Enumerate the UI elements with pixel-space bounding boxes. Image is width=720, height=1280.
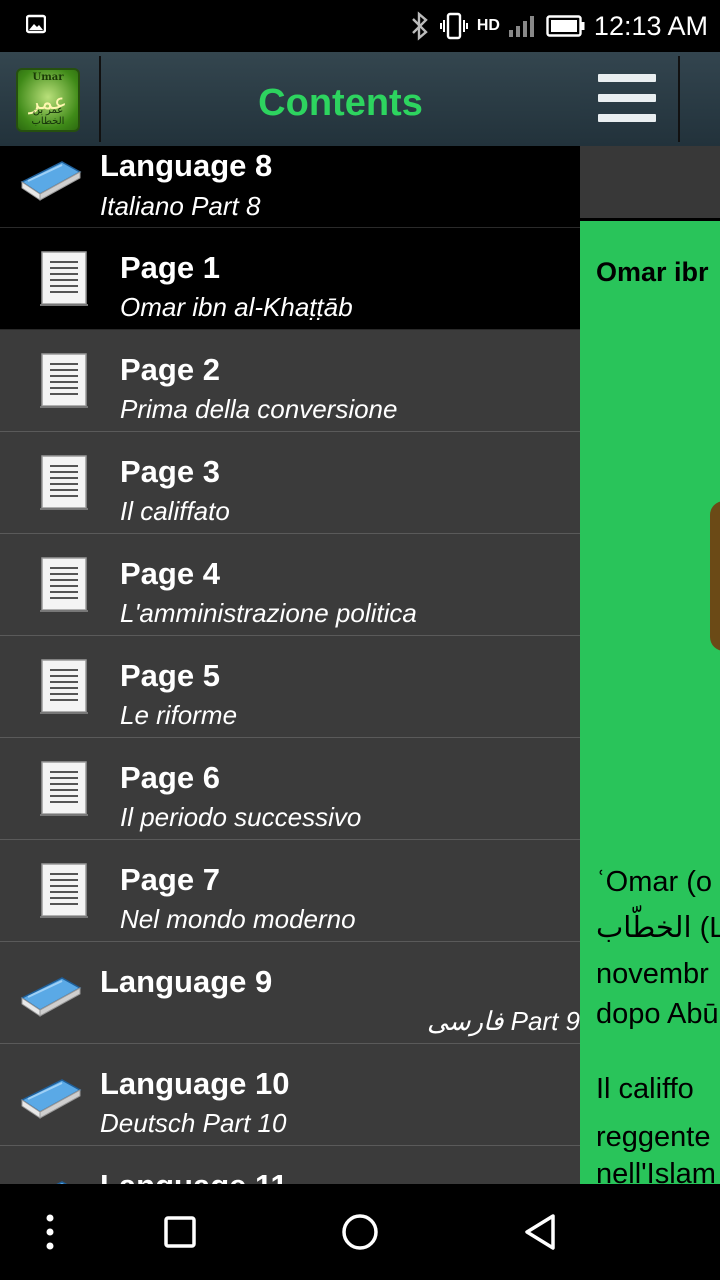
item-title: Language 9 xyxy=(100,964,273,999)
item-title: Page 5 xyxy=(120,658,220,693)
bluetooth-icon xyxy=(411,11,428,41)
item-title: Page 7 xyxy=(120,862,220,897)
recent-apps-icon[interactable] xyxy=(135,1184,225,1280)
list-item-language-8[interactable]: Language 8 Italiano Part 8 xyxy=(0,146,580,228)
main-subbar xyxy=(580,146,720,218)
list-item-page-1[interactable]: Page 1 Omar ibn al-Khaṭṭāb xyxy=(0,228,580,330)
toolbar-divider xyxy=(678,56,680,142)
list-item-language-9[interactable]: Language 9 فارسی Part 9 xyxy=(0,942,580,1044)
app-logo[interactable]: Umar عمر عمر بن الخطاب xyxy=(16,68,80,132)
logo-top-text: Umar xyxy=(32,72,64,83)
document-icon xyxy=(40,353,88,408)
list-item-page-4[interactable]: Page 4 L'amministrazione politica xyxy=(0,534,580,636)
article-line: ʿOmar (o xyxy=(596,866,712,898)
signal-icon xyxy=(508,16,534,37)
contents-list: Language 8 Italiano Part 8 Page 1 Omar i… xyxy=(0,146,580,1184)
item-title: Page 3 xyxy=(120,454,220,489)
book-icon xyxy=(56,1181,68,1184)
item-subtitle: Il califfato xyxy=(120,496,230,526)
article-heading: Omar ibr xyxy=(596,257,709,287)
home-icon[interactable] xyxy=(315,1184,405,1280)
book-icon xyxy=(20,977,82,1017)
list-item-page-5[interactable]: Page 5 Le riforme xyxy=(0,636,580,738)
list-item-page-6[interactable]: Page 6 Il periodo successivo xyxy=(0,738,580,840)
document-icon xyxy=(40,455,88,510)
list-item-language-10[interactable]: Language 10 Deutsch Part 10 xyxy=(0,1044,580,1146)
document-icon xyxy=(40,557,88,612)
list-item-page-2[interactable]: Page 2 Prima della conversione xyxy=(0,330,580,432)
network-type: HD xyxy=(476,17,500,34)
item-title: Page 6 xyxy=(120,760,220,795)
article-image xyxy=(710,501,720,651)
battery-icon xyxy=(546,15,585,37)
navigation-drawer: Umar عمر عمر بن الخطاب Contents Language… xyxy=(0,52,580,1184)
vibrate-icon xyxy=(439,12,468,40)
book-icon xyxy=(20,161,82,201)
item-title: Page 1 xyxy=(120,250,220,285)
item-subtitle: Italiano Part 8 xyxy=(100,191,261,221)
document-icon xyxy=(40,761,88,816)
back-icon[interactable] xyxy=(495,1184,585,1280)
item-title: Language 8 xyxy=(100,148,273,183)
list-item-page-7[interactable]: Page 7 Nel mondo moderno xyxy=(0,840,580,942)
item-subtitle: Deutsch Part 10 xyxy=(100,1108,287,1138)
item-title: Language 10 xyxy=(100,1066,290,1101)
document-icon xyxy=(40,659,88,714)
clock: 12:13 AM xyxy=(593,10,708,41)
article-line: الخطّاب (L xyxy=(596,912,720,944)
article-line: Il califfo xyxy=(596,1073,694,1105)
item-subtitle: L'amministrazione politica xyxy=(120,598,417,628)
article-line: dopo Abū xyxy=(596,998,719,1030)
status-bar: HD 12:13 AM xyxy=(0,0,720,52)
list-item-language-11[interactable]: Language 11 xyxy=(0,1146,580,1184)
gallery-icon xyxy=(26,14,46,34)
menu-dots-icon[interactable] xyxy=(5,1184,95,1280)
logo-bottom-text: عمر بن الخطاب xyxy=(31,105,65,127)
item-subtitle: Omar ibn al-Khaṭṭāb xyxy=(120,292,353,322)
item-title: Page 2 xyxy=(120,352,220,387)
item-subtitle: Le riforme xyxy=(120,700,238,730)
system-navigation-bar xyxy=(0,1184,720,1280)
article-line: nell'Islam xyxy=(596,1158,716,1184)
item-title: Page 4 xyxy=(120,556,220,591)
item-subtitle: Nel mondo moderno xyxy=(120,904,356,934)
document-icon xyxy=(40,863,88,918)
item-subtitle: فارسی Part 9 xyxy=(427,1006,580,1036)
drawer-title: Contents xyxy=(258,82,423,124)
item-subtitle: Prima della conversione xyxy=(120,394,398,424)
item-subtitle: Il periodo successivo xyxy=(120,802,362,832)
drawer-header: Umar عمر عمر بن الخطاب Contents xyxy=(0,52,580,146)
book-icon xyxy=(20,1079,82,1119)
list-item-page-3[interactable]: Page 3 Il califfato xyxy=(0,432,580,534)
hamburger-menu-icon[interactable] xyxy=(598,74,656,128)
article-body: Omar ibr ʿOmar (o الخطّاب (L novembr dop… xyxy=(580,221,720,1184)
document-icon xyxy=(40,251,88,306)
item-title: Language 11 xyxy=(100,1168,288,1184)
